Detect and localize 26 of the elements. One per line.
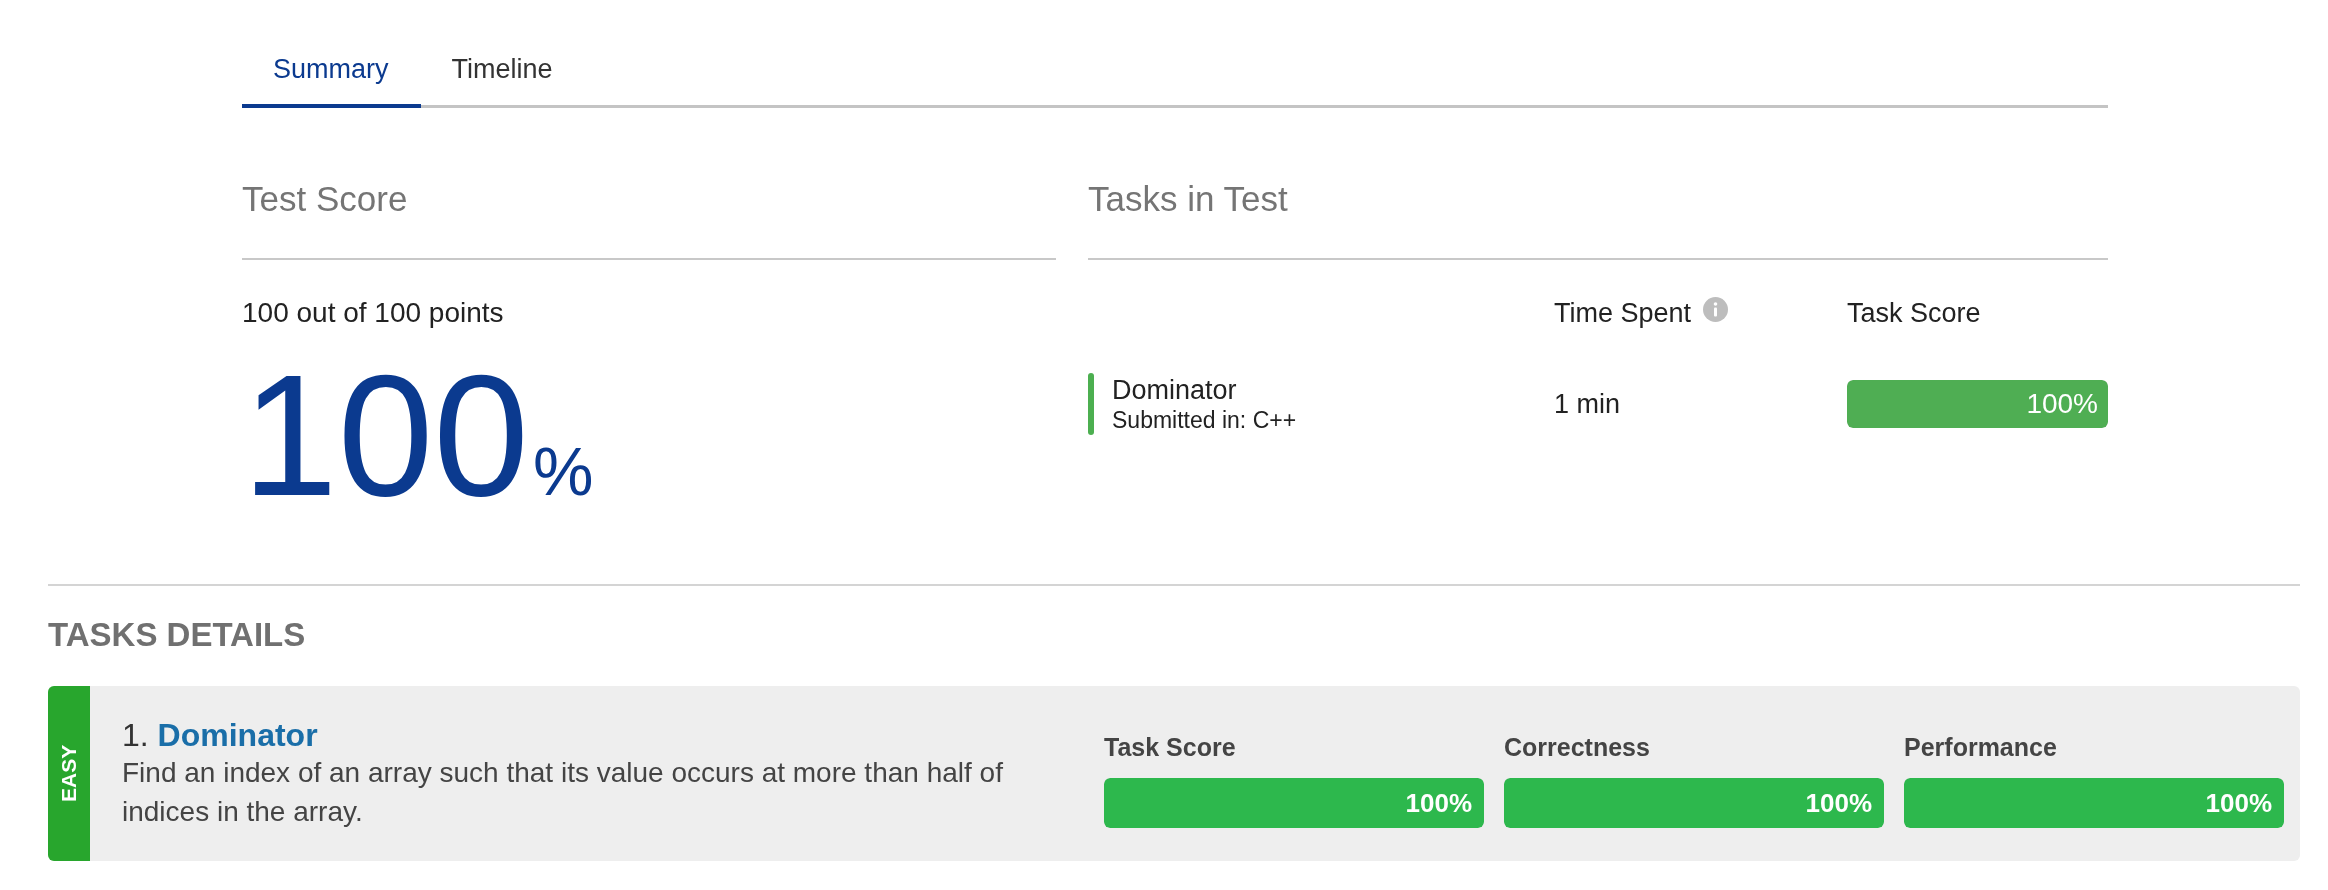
metric-label: Task Score [1104, 733, 1237, 761]
column-header: Task Score [1847, 298, 1981, 328]
points-text: 100 out of 100 points [242, 298, 505, 328]
time-spent: 1 min [1554, 389, 1621, 419]
info-icon[interactable] [1703, 296, 1729, 322]
tab[interactable]: Timeline [420, 34, 585, 108]
status-stripe-icon [1088, 373, 1094, 435]
score-percent: 100% [1405, 787, 1473, 819]
submission-language: Submitted in: C++ [1112, 406, 1297, 434]
section-title: TASKS DETAILS [48, 617, 307, 653]
task-number: 1. [122, 717, 149, 753]
task-description: Find an index of an array such that its value occurs at more than half of indices in the array. [122, 756, 1004, 829]
tab[interactable]: Summary [242, 34, 421, 108]
task-link[interactable]: Dominator [157, 717, 318, 753]
score-value: 100 [242, 349, 529, 521]
difficulty-label: EASY [48, 686, 90, 861]
score-percent: 100% [2205, 787, 2273, 819]
column-header: Time Spent [1554, 298, 1692, 328]
task-name: Dominator [1112, 374, 1238, 406]
section-heading: Tasks in Test [1088, 179, 2108, 260]
metric-label: Correctness [1504, 733, 1651, 761]
section-heading: Test Score [242, 179, 1056, 260]
metric-label: Performance [1904, 733, 2058, 761]
score-percent: 100% [1805, 787, 1873, 819]
score-unit: % [533, 437, 594, 505]
score-percent: 100% [2026, 388, 2099, 420]
